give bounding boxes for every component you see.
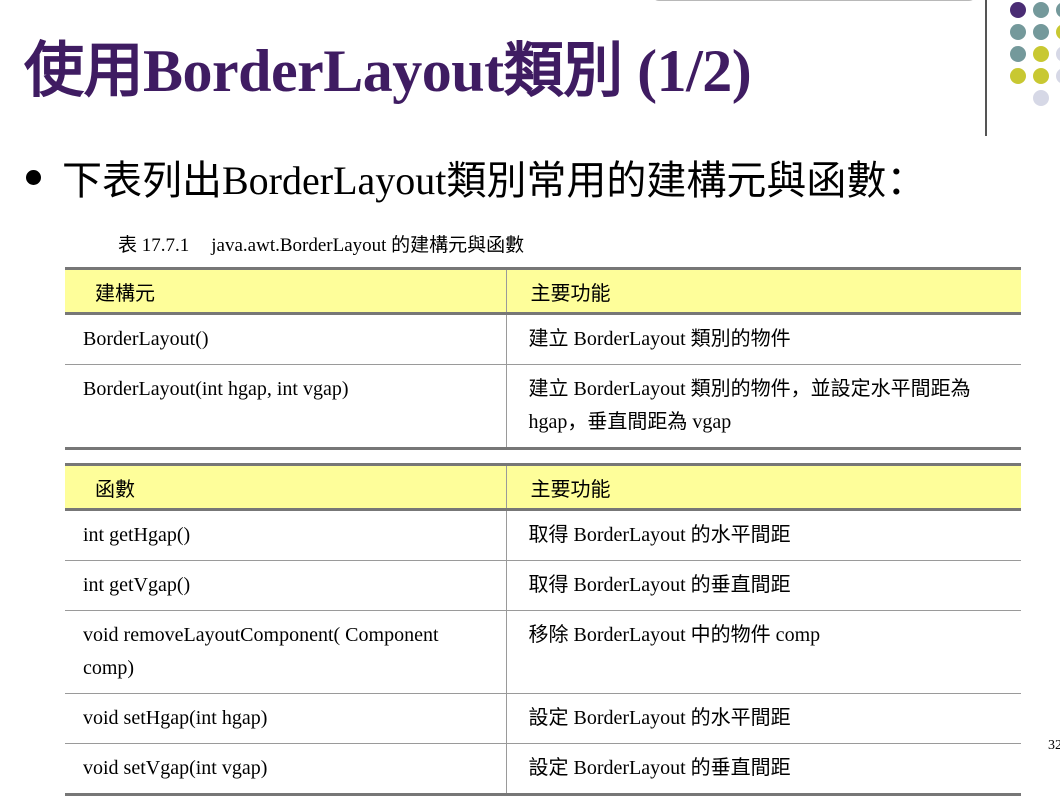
decorative-dot — [1033, 90, 1049, 106]
bullet-icon — [26, 170, 41, 185]
table-header-row: 建構元 主要功能 — [65, 268, 1021, 315]
column-header: 主要功能 — [505, 268, 1021, 315]
decorative-dot — [1010, 2, 1026, 18]
table-caption: 表 17.7.1 java.awt.BorderLayout 的建構元與函數 — [118, 230, 524, 257]
methods-table: 函數 主要功能 int getHgap() 取得 BorderLayout 的水… — [65, 463, 1021, 796]
decorative-dot — [1010, 68, 1026, 84]
table-cell: 設定 BorderLayout 的水平間距 — [505, 693, 1021, 744]
decorative-dot — [1033, 46, 1049, 62]
table-cell: 取得 BorderLayout 的水平間距 — [505, 509, 1021, 561]
table-row: int getVgap() 取得 BorderLayout 的垂直間距 — [65, 560, 1021, 611]
table-cell: 取得 BorderLayout 的垂直間距 — [505, 560, 1021, 611]
table-cell: 設定 BorderLayout 的垂直間距 — [505, 743, 1021, 795]
decorative-dot — [1056, 2, 1060, 18]
table-cell: BorderLayout(int hgap, int vgap) — [65, 364, 506, 449]
decorative-dot — [1033, 24, 1049, 40]
constructors-table: 建構元 主要功能 BorderLayout() 建立 BorderLayout … — [65, 267, 1021, 450]
table-row: BorderLayout() 建立 BorderLayout 類別的物件 — [65, 313, 1021, 365]
decorative-dot — [1056, 46, 1060, 62]
table-cell: void removeLayoutComponent( Component co… — [65, 610, 506, 694]
table-row: void setVgap(int vgap) 設定 BorderLayout 的… — [65, 743, 1021, 795]
decorative-dot — [1033, 2, 1049, 18]
table-cell: void setHgap(int hgap) — [65, 693, 506, 744]
table-cell: 移除 BorderLayout 中的物件 comp — [505, 610, 1021, 694]
column-header: 建構元 — [65, 268, 506, 315]
table-cell: int getVgap() — [65, 560, 506, 611]
table-cell: BorderLayout() — [65, 313, 506, 365]
table-cell: 建立 BorderLayout 類別的物件 — [505, 313, 1021, 365]
decorative-dot — [1010, 24, 1026, 40]
column-header: 主要功能 — [505, 464, 1021, 511]
decorative-dot — [1056, 68, 1060, 84]
table-cell: 建立 BorderLayout 類別的物件，並設定水平間距為 hgap，垂直間距… — [505, 364, 1021, 449]
caption-text: java.awt.BorderLayout 的建構元與函數 — [211, 235, 525, 256]
table-row: void setHgap(int hgap) 設定 BorderLayout 的… — [65, 693, 1021, 744]
table-row: int getHgap() 取得 BorderLayout 的水平間距 — [65, 509, 1021, 561]
decorative-divider — [985, 0, 987, 136]
caption-number: 表 17.7.1 — [118, 235, 190, 256]
column-header: 函數 — [65, 464, 506, 511]
slide-title: 使用BorderLayout類別 (1/2) — [24, 38, 752, 104]
table-row: BorderLayout(int hgap, int vgap) 建立 Bord… — [65, 364, 1021, 449]
table-cell: int getHgap() — [65, 509, 506, 561]
page-number: 32 — [1048, 738, 1060, 753]
table-header-row: 函數 主要功能 — [65, 464, 1021, 511]
decorative-dot — [1010, 46, 1026, 62]
decorative-dot — [1056, 24, 1060, 40]
decorative-dot — [1033, 68, 1049, 84]
top-tab-edge — [652, 0, 976, 1]
table-row: void removeLayoutComponent( Component co… — [65, 610, 1021, 694]
bullet-text: 下表列出BorderLayout類別常用的建構元與函數： — [62, 158, 927, 203]
table-cell: void setVgap(int vgap) — [65, 743, 506, 795]
